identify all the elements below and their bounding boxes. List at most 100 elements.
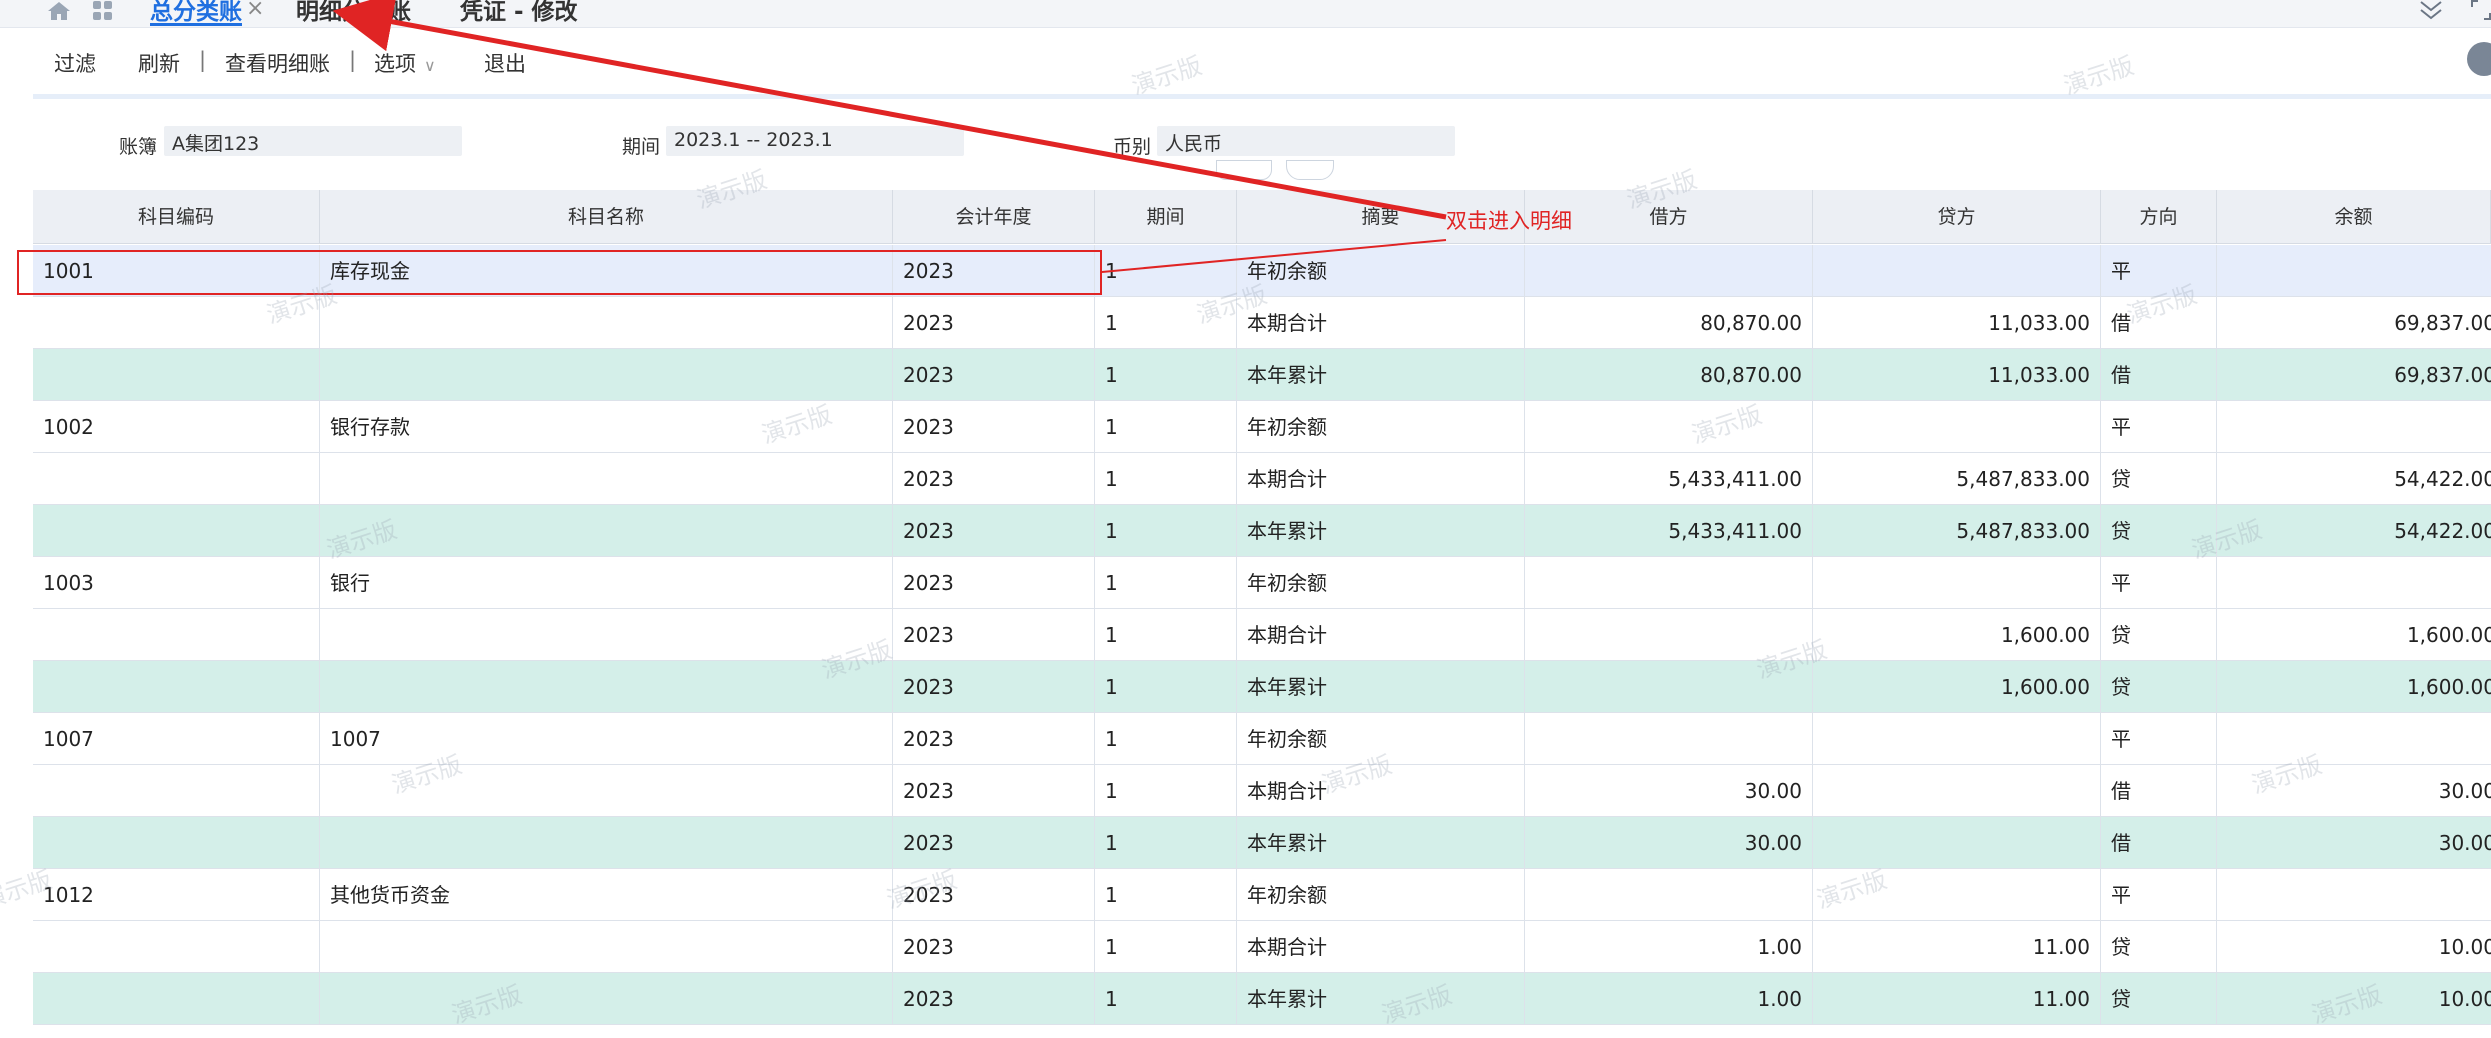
cell-name	[320, 661, 893, 713]
cell-summary: 年初余额	[1237, 869, 1525, 921]
cell-debit: 30.00	[1525, 817, 1813, 869]
column-header-balance[interactable]: 余额	[2217, 190, 2491, 244]
filter-button[interactable]: 过滤	[54, 48, 96, 78]
cell-summary: 本期合计	[1237, 297, 1525, 349]
table-row[interactable]: 2023 1 本年累计 1,600.00 贷 1,600.00	[33, 661, 2491, 713]
options-dropdown[interactable]: 选项 ∨	[374, 48, 436, 78]
cell-credit	[1813, 869, 2101, 921]
column-header-summary[interactable]: 摘要	[1237, 190, 1525, 244]
cell-balance: 10.00	[2217, 921, 2491, 973]
table-row[interactable]: 2023 1 本期合计 1,600.00 贷 1,600.00	[33, 609, 2491, 661]
table-row[interactable]: 2023 1 本年累计 5,433,411.00 5,487,833.00 贷 54,422…	[33, 505, 2491, 557]
cell-period: 1	[1095, 453, 1237, 505]
cell-code	[33, 505, 320, 557]
column-header-direction[interactable]: 方向	[2101, 190, 2217, 244]
cell-credit: 5,487,833.00	[1813, 505, 2101, 557]
currency-field[interactable]: 人民币	[1157, 126, 1455, 156]
apps-grid-icon[interactable]	[90, 0, 116, 22]
exit-button[interactable]: 退出	[484, 48, 526, 78]
column-header-year[interactable]: 会计年度	[893, 190, 1095, 244]
tab-label: 总分类账	[150, 0, 242, 25]
cell-year: 2023	[893, 713, 1095, 765]
column-header-debit[interactable]: 借方	[1525, 190, 1813, 244]
cell-credit: 5,487,833.00	[1813, 453, 2101, 505]
cell-direction: 贷	[2101, 661, 2217, 713]
period-label: 期间	[622, 136, 661, 158]
double-chevron-down-icon[interactable]	[2418, 0, 2444, 28]
cell-code	[33, 973, 320, 1025]
column-header-credit[interactable]: 贷方	[1813, 190, 2101, 244]
cell-period: 1	[1095, 245, 1237, 297]
cell-period: 1	[1095, 973, 1237, 1025]
cell-direction: 借	[2101, 765, 2217, 817]
cell-summary: 本年累计	[1237, 817, 1525, 869]
refresh-button[interactable]: 刷新	[138, 48, 180, 78]
cell-summary: 本年累计	[1237, 349, 1525, 401]
table-row[interactable]: 2023 1 本年累计 1.00 11.00 贷 10.00	[33, 973, 2491, 1025]
view-detail-ledger-button[interactable]: 查看明细账	[225, 48, 330, 78]
cell-direction: 平	[2101, 713, 2217, 765]
tab-voucher-edit[interactable]: 凭证 - 修改	[460, 0, 578, 26]
cell-year: 2023	[893, 349, 1095, 401]
cell-credit	[1813, 557, 2101, 609]
cell-period: 1	[1095, 713, 1237, 765]
cell-direction: 贷	[2101, 453, 2217, 505]
cell-balance: 1,600.00	[2217, 609, 2491, 661]
filter-bar: 账簿 A集团123 期间 2023.1 -- 2023.1 币别 人民币	[33, 100, 2491, 168]
tab-detail-ledger[interactable]: 明细分类账	[296, 0, 411, 26]
cell-summary: 年初余额	[1237, 713, 1525, 765]
cell-balance	[2217, 869, 2491, 921]
cell-credit	[1813, 401, 2101, 453]
cell-name	[320, 765, 893, 817]
period-field[interactable]: 2023.1 -- 2023.1	[666, 126, 964, 156]
table-row[interactable]: 2023 1 本期合计 80,870.00 11,033.00 借 69,837.00	[33, 297, 2491, 349]
collapse-filter-icon[interactable]	[1286, 160, 1334, 180]
toolbar: 过滤 刷新 | 查看明细账 | 选项 ∨ 退出	[0, 28, 2491, 96]
fullscreen-icon[interactable]	[2470, 0, 2491, 28]
cell-summary: 本年累计	[1237, 973, 1525, 1025]
cell-summary: 本期合计	[1237, 921, 1525, 973]
tab-general-ledger[interactable]: 总分类账	[150, 0, 242, 26]
cell-balance: 10.00	[2217, 973, 2491, 1025]
column-header-name[interactable]: 科目名称	[320, 190, 893, 244]
table-row[interactable]: 1007 1007 2023 1 年初余额平	[33, 713, 2491, 765]
cell-credit: 11.00	[1813, 921, 2101, 973]
cell-debit	[1525, 661, 1813, 713]
cell-direction: 平	[2101, 401, 2217, 453]
cell-code	[33, 921, 320, 973]
cell-code: 1002	[33, 401, 320, 453]
table-row[interactable]: 2023 1 本期合计 1.00 11.00 贷 10.00	[33, 921, 2491, 973]
column-header-code[interactable]: 科目编码	[33, 190, 320, 244]
ledger-field[interactable]: A集团123	[164, 126, 462, 156]
cell-direction: 借	[2101, 349, 2217, 401]
table-row[interactable]: 1012 其他货币资金 2023 1 年初余额 平	[33, 869, 2491, 921]
cell-debit: 80,870.00	[1525, 349, 1813, 401]
close-icon[interactable]: ×	[246, 0, 264, 21]
cell-name: 1007	[320, 713, 893, 765]
cell-debit: 1.00	[1525, 973, 1813, 1025]
cell-debit	[1525, 869, 1813, 921]
theme-toggle-icon[interactable]	[2467, 42, 2491, 76]
cell-year: 2023	[893, 505, 1095, 557]
cell-name	[320, 973, 893, 1025]
cell-name	[320, 349, 893, 401]
cell-name: 银行存款	[320, 401, 893, 453]
cell-name: 银行	[320, 557, 893, 609]
cell-name	[320, 297, 893, 349]
home-icon[interactable]	[46, 0, 72, 22]
cell-debit	[1525, 609, 1813, 661]
table-row[interactable]: 1002 银行存款 2023 1 年初余额 平	[33, 401, 2491, 453]
column-header-period[interactable]: 期间	[1095, 190, 1237, 244]
table-row[interactable]: 1003 银行 2023 1 年初余额 平	[33, 557, 2491, 609]
cell-year: 2023	[893, 609, 1095, 661]
cell-direction: 贷	[2101, 609, 2217, 661]
table-row[interactable]: 2023 1 本期合计 5,433,411.00 5,487,833.00 贷 54,422…	[33, 453, 2491, 505]
splitter-handle[interactable]	[1216, 160, 1272, 180]
table-row[interactable]: 2023 1 本年累计 80,870.00 11,033.00 借 69,837.00	[33, 349, 2491, 401]
cell-year: 2023	[893, 973, 1095, 1025]
table-row[interactable]: 2023 1 本年累计 30.00 借 30.00	[33, 817, 2491, 869]
table-row[interactable]: 2023 1 本期合计 30.00 借 30.00	[33, 765, 2491, 817]
toolbar-separator: |	[349, 48, 357, 72]
table-row[interactable]: 1001 库存现金 2023 1 年初余额 平	[33, 245, 2491, 297]
cell-period: 1	[1095, 661, 1237, 713]
